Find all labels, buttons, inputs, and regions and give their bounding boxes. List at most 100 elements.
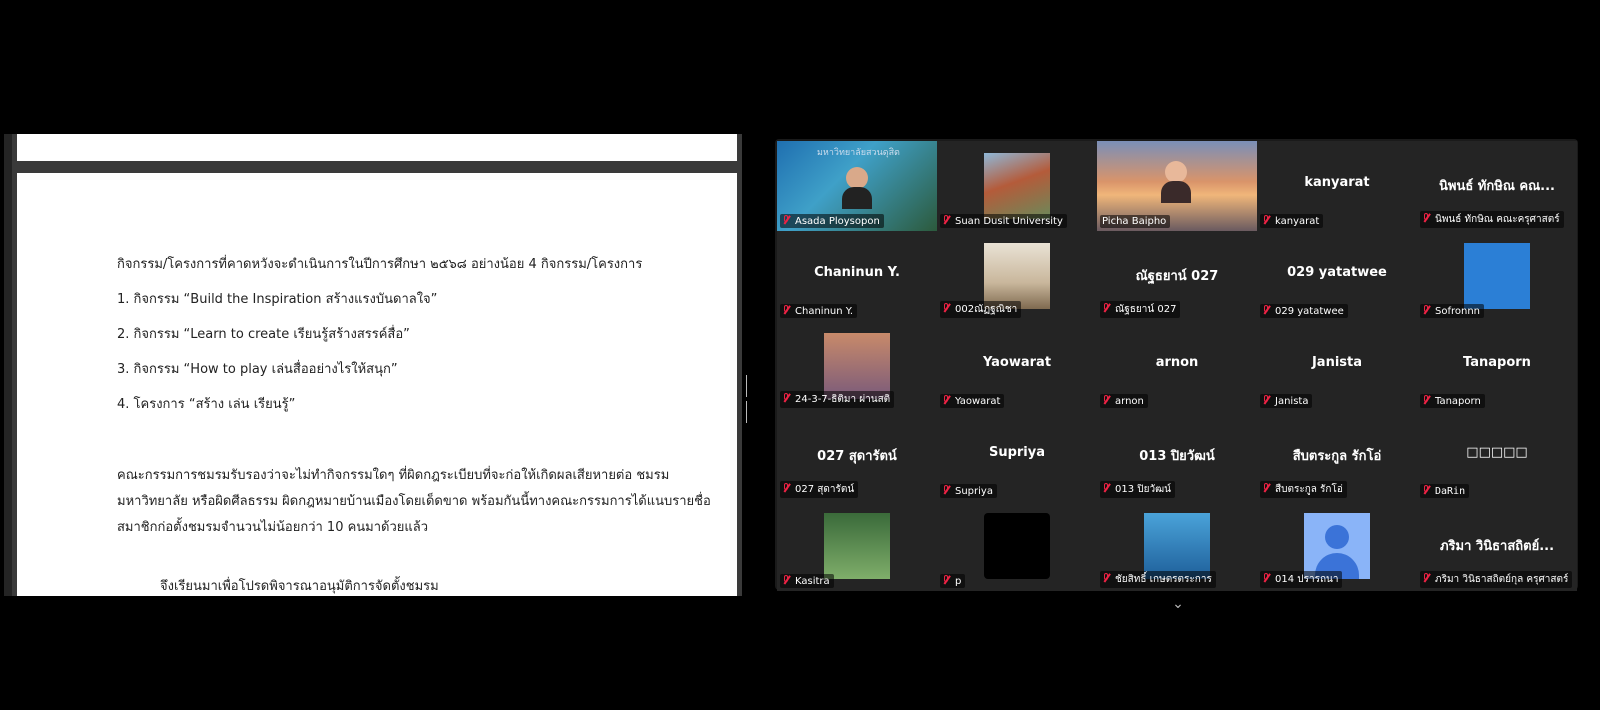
mic-muted-icon (1102, 483, 1111, 493)
doc-closing: จึงเรียนมาเพื่อโปรดพิจารณาอนุมัติการจัดต… (160, 579, 439, 594)
doc-item-2: 2. กิจกรรม “Learn to create เรียนรู้สร้า… (117, 327, 410, 342)
participant-tile[interactable]: มหาวิทยาลัยสวนดุสิต Asada Ploysopon (777, 141, 937, 231)
person-figure (1161, 161, 1191, 203)
participant-name-label: Kasitra (780, 574, 834, 588)
mic-muted-icon (1422, 573, 1431, 583)
participant-name-label: Janista (1260, 394, 1313, 408)
profile-picture (824, 513, 890, 579)
participant-name-label: 027 สุดารัตน์ (780, 481, 859, 498)
default-avatar-icon (1304, 513, 1370, 579)
page-gap (17, 161, 737, 173)
participant-tile[interactable]: Yaowarat Yaowarat (937, 321, 1097, 411)
doc-paragraph-line-3: สมาชิกก่อตั้งชมรมจำนวนไม่น้อยกว่า 10 คนม… (117, 520, 429, 535)
participant-name-label: 029 yatatwee (1260, 304, 1348, 318)
participant-display-name: Janista (1311, 355, 1363, 370)
participant-tile[interactable]: p (937, 501, 1097, 591)
participant-tile[interactable]: ณัฐธยาน์ 027 ณัฐธยาน์ 027 (1097, 231, 1257, 321)
mic-muted-icon (782, 305, 791, 315)
participant-display-name: ณัฐธยาน์ 027 (1135, 269, 1219, 284)
doc-paragraph-line-1: คณะกรรมการชมรมรับรองว่าจะไม่ทำกิจกรรมใดๆ… (117, 468, 670, 483)
mic-muted-icon (942, 485, 951, 495)
participant-tile[interactable]: Kasitra (777, 501, 937, 591)
mic-muted-icon (1102, 303, 1111, 313)
mic-muted-icon (942, 303, 951, 313)
doc-item-4: 4. โครงการ “สร้าง เล่น เรียนรู้” (117, 397, 296, 412)
participant-tile[interactable]: Tanaporn Tanaporn (1417, 321, 1577, 411)
participant-name-label: ชัยสิทธิ์ เกษตรตระการ (1100, 571, 1216, 588)
participant-name-label: ภริมา วินิธาสถิตย์กุล ครุศาสตร์ (1420, 571, 1573, 588)
participant-name-label: สืบตระกูล รักโอ่ (1260, 481, 1347, 498)
mic-muted-icon (782, 393, 791, 403)
mic-muted-icon (1102, 395, 1111, 405)
participant-display-name: Supriya (988, 445, 1046, 460)
participant-name-label: Tanaporn (1420, 394, 1485, 408)
participant-name-label: Supriya (940, 484, 997, 498)
mic-muted-icon (782, 575, 791, 585)
participant-name-label: Suan Dusit University (940, 214, 1067, 228)
participant-display-name: Chaninun Y. (814, 265, 900, 280)
participant-tile[interactable]: Sofronnn (1417, 231, 1577, 321)
participant-tile[interactable]: 027 สุดารัตน์ 027 สุดารัตน์ (777, 411, 937, 501)
doc-heading: กิจกรรม/โครงการที่คาดหวังจะดำเนินการในปี… (117, 257, 643, 272)
share-border (4, 134, 12, 596)
participant-tile[interactable]: 029 yatatwee 029 yatatwee (1257, 231, 1417, 321)
participant-tile[interactable]: Suan Dusit University (937, 141, 1097, 231)
profile-picture (984, 513, 1050, 579)
participant-tile[interactable]: ภริมา วินิธาสถิตย์... ภริมา วินิธาสถิตย์… (1417, 501, 1577, 591)
participant-tile[interactable]: 24-3-7-ธิติมา ผ่านสติ (777, 321, 937, 411)
participant-display-name: 027 สุดารัตน์ (817, 449, 897, 464)
participant-tile[interactable]: kanyarat kanyarat (1257, 141, 1417, 231)
participant-tile[interactable]: □□□□□ DaRin (1417, 411, 1577, 501)
participant-tile[interactable]: 014 ปรารถนา (1257, 501, 1417, 591)
profile-picture (984, 153, 1050, 219)
mic-muted-icon (1422, 305, 1431, 315)
participant-tile[interactable]: สืบตระกูล รักโอ่ สืบตระกูล รักโอ่ (1257, 411, 1417, 501)
document-page: กิจกรรม/โครงการที่คาดหวังจะดำเนินการในปี… (17, 173, 737, 596)
participant-tile[interactable]: 013 ปิยวัฒน์ 013 ปิยวัฒน์ (1097, 411, 1257, 501)
mic-muted-icon (942, 575, 951, 585)
doc-item-1: 1. กิจกรรม “Build the Inspiration สร้างแ… (117, 292, 438, 307)
mic-muted-icon (782, 215, 791, 225)
mic-muted-icon (1422, 213, 1431, 223)
profile-picture (984, 243, 1050, 309)
participant-tile[interactable]: นิพนธ์ ทักษิณ คณ... นิพนธ์ ทักษิณ คณะครุ… (1417, 141, 1577, 231)
profile-picture (1464, 243, 1530, 309)
participant-display-name: kanyarat (1304, 175, 1370, 190)
participant-tile[interactable]: Supriya Supriya (937, 411, 1097, 501)
mic-muted-icon (1262, 305, 1271, 315)
participant-tile[interactable]: Chaninun Y. Chaninun Y. (777, 231, 937, 321)
profile-picture (1144, 513, 1210, 579)
participant-name-label: ณัฐธยาน์ 027 (1100, 301, 1181, 318)
participant-display-name: Yaowarat (982, 355, 1052, 370)
participant-name-label: นิพนธ์ ทักษิณ คณะครุศาสตร์ (1420, 211, 1564, 228)
participant-name-label: arnon (1100, 394, 1148, 408)
participant-tile[interactable]: Janista Janista (1257, 321, 1417, 411)
chevron-down-icon[interactable]: ⌄ (1167, 596, 1189, 612)
participant-name-label: 24-3-7-ธิติมา ผ่านสติ (780, 391, 895, 408)
participant-display-name: 013 ปิยวัฒน์ (1139, 449, 1215, 464)
participant-tile[interactable]: ชัยสิทธิ์ เกษตรตระการ (1097, 501, 1257, 591)
participant-display-name: arnon (1155, 355, 1199, 370)
participant-tile[interactable]: 002ณัฏฐณิชา (937, 231, 1097, 321)
participant-display-name: Tanaporn (1463, 355, 1531, 370)
participant-name-label: Yaowarat (940, 394, 1005, 408)
video-banner-text: มหาวิทยาลัยสวนดุสิต (817, 148, 900, 158)
shared-screen: กิจกรรม/โครงการที่คาดหวังจะดำเนินการในปี… (4, 134, 742, 596)
participant-name-label: Asada Ploysopon (780, 214, 884, 228)
person-figure (842, 167, 872, 209)
mic-muted-icon (942, 215, 951, 225)
participant-name-label: Chaninun Y. (780, 304, 858, 318)
participant-name-label: DaRin (1420, 484, 1470, 498)
mic-muted-icon (1422, 395, 1431, 405)
participant-display-name: 029 yatatwee (1287, 265, 1387, 280)
participant-tile-active-speaker[interactable]: Picha Baipho (1097, 141, 1257, 231)
participant-name-label: p (940, 574, 966, 588)
participant-name-label: 002ณัฏฐณิชา (940, 301, 1022, 318)
mic-muted-icon (782, 483, 791, 493)
participant-tile[interactable]: arnon arnon (1097, 321, 1257, 411)
participant-name-label: kanyarat (1260, 214, 1324, 228)
split-resize-handle[interactable] (746, 375, 749, 423)
mic-muted-icon (942, 395, 951, 405)
mic-muted-icon (1262, 395, 1271, 405)
participant-gallery: มหาวิทยาลัยสวนดุสิต Asada Ploysopon Suan… (775, 139, 1578, 591)
